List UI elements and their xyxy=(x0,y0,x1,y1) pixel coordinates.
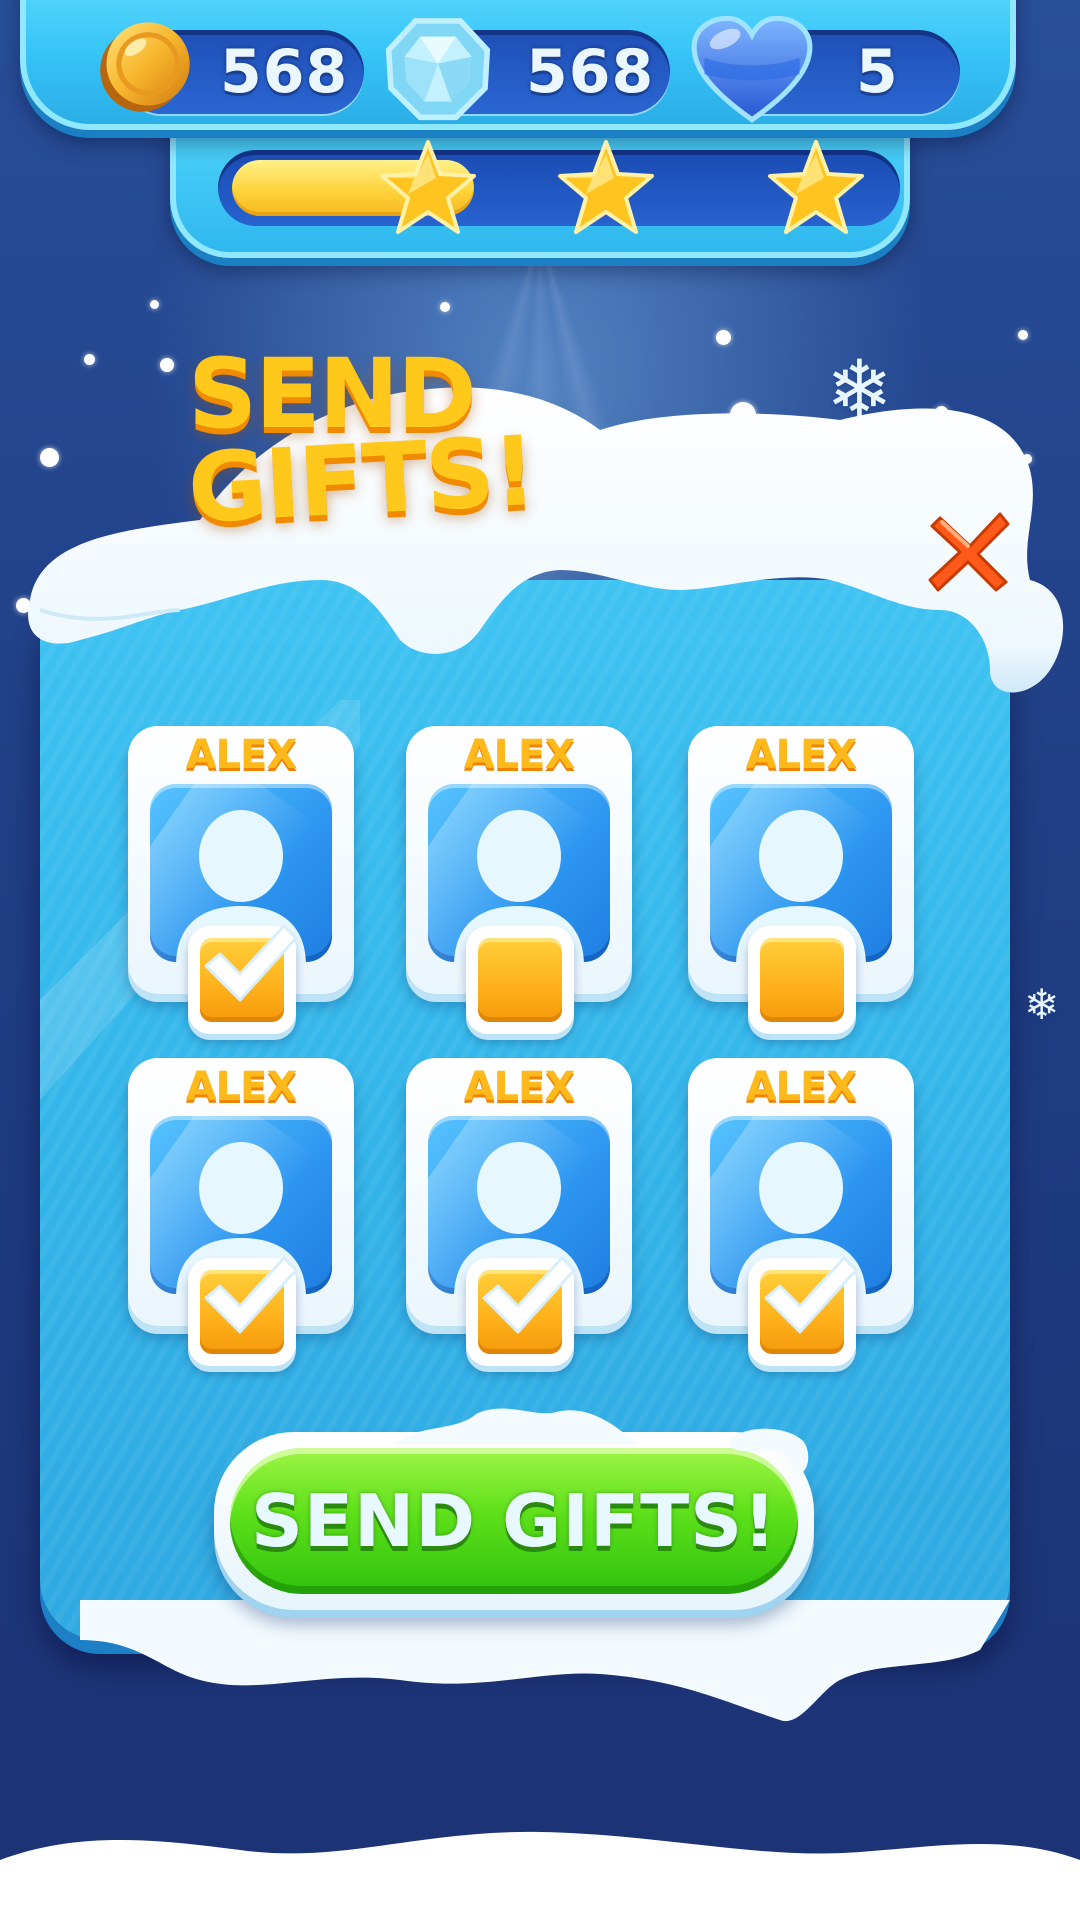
button-snow xyxy=(728,1428,809,1474)
friend-name: ALEX xyxy=(745,732,858,778)
friend-checkbox[interactable] xyxy=(466,926,574,1034)
friend-name: ALEX xyxy=(463,732,576,778)
send-gifts-label: SEND GIFTS! xyxy=(250,1479,777,1563)
send-gifts-button[interactable]: SEND GIFTS! xyxy=(230,1448,798,1594)
friend-card[interactable]: ALEX xyxy=(128,1058,354,1366)
snow-particle xyxy=(1018,330,1028,340)
title-line-2: GIFTS! xyxy=(185,414,538,545)
heart-icon xyxy=(691,16,813,123)
friend-card[interactable]: ALEX xyxy=(128,726,354,1034)
friend-card[interactable]: ALEX xyxy=(688,726,914,1034)
snow-particle xyxy=(150,300,159,309)
gem-count: 568 xyxy=(526,37,655,107)
friend-card[interactable]: ALEX xyxy=(688,1058,914,1366)
friend-name: ALEX xyxy=(185,1064,298,1110)
checkbox-fill xyxy=(760,938,844,1022)
checkmark-icon xyxy=(764,1256,858,1334)
friend-card[interactable]: ALEX xyxy=(406,1058,632,1366)
friend-name: ALEX xyxy=(463,1064,576,1110)
lives-count: 5 xyxy=(856,37,899,107)
checkbox-fill xyxy=(478,938,562,1022)
checkmark-icon xyxy=(204,1256,298,1334)
friend-name: ALEX xyxy=(745,1064,858,1110)
friend-checkbox[interactable] xyxy=(188,924,298,1034)
gem-icon xyxy=(385,18,491,121)
close-icon[interactable] xyxy=(920,500,1020,600)
coin-icon xyxy=(100,22,190,112)
snowflake-icon: ❄ xyxy=(1024,980,1060,1029)
star-icon xyxy=(768,140,864,234)
star-icon xyxy=(380,140,476,234)
button-snow xyxy=(396,1408,636,1444)
checkmark-icon xyxy=(482,1256,576,1334)
send-button-frame: SEND GIFTS! xyxy=(214,1432,814,1610)
dialog-title: SEND GIFTS! xyxy=(185,346,608,545)
ground-snow xyxy=(0,1831,1080,1920)
friend-checkbox[interactable] xyxy=(748,926,856,1034)
friend-card[interactable]: ALEX xyxy=(406,726,632,1034)
coin-count: 568 xyxy=(220,37,349,107)
friend-checkbox[interactable] xyxy=(466,1256,576,1366)
checkmark-icon xyxy=(204,924,298,1002)
snow-drift xyxy=(80,1600,1010,1722)
friend-name: ALEX xyxy=(185,732,298,778)
friend-checkbox[interactable] xyxy=(748,1256,858,1366)
snow-particle xyxy=(440,302,450,312)
star-icon xyxy=(558,140,654,234)
friend-checkbox[interactable] xyxy=(188,1256,298,1366)
